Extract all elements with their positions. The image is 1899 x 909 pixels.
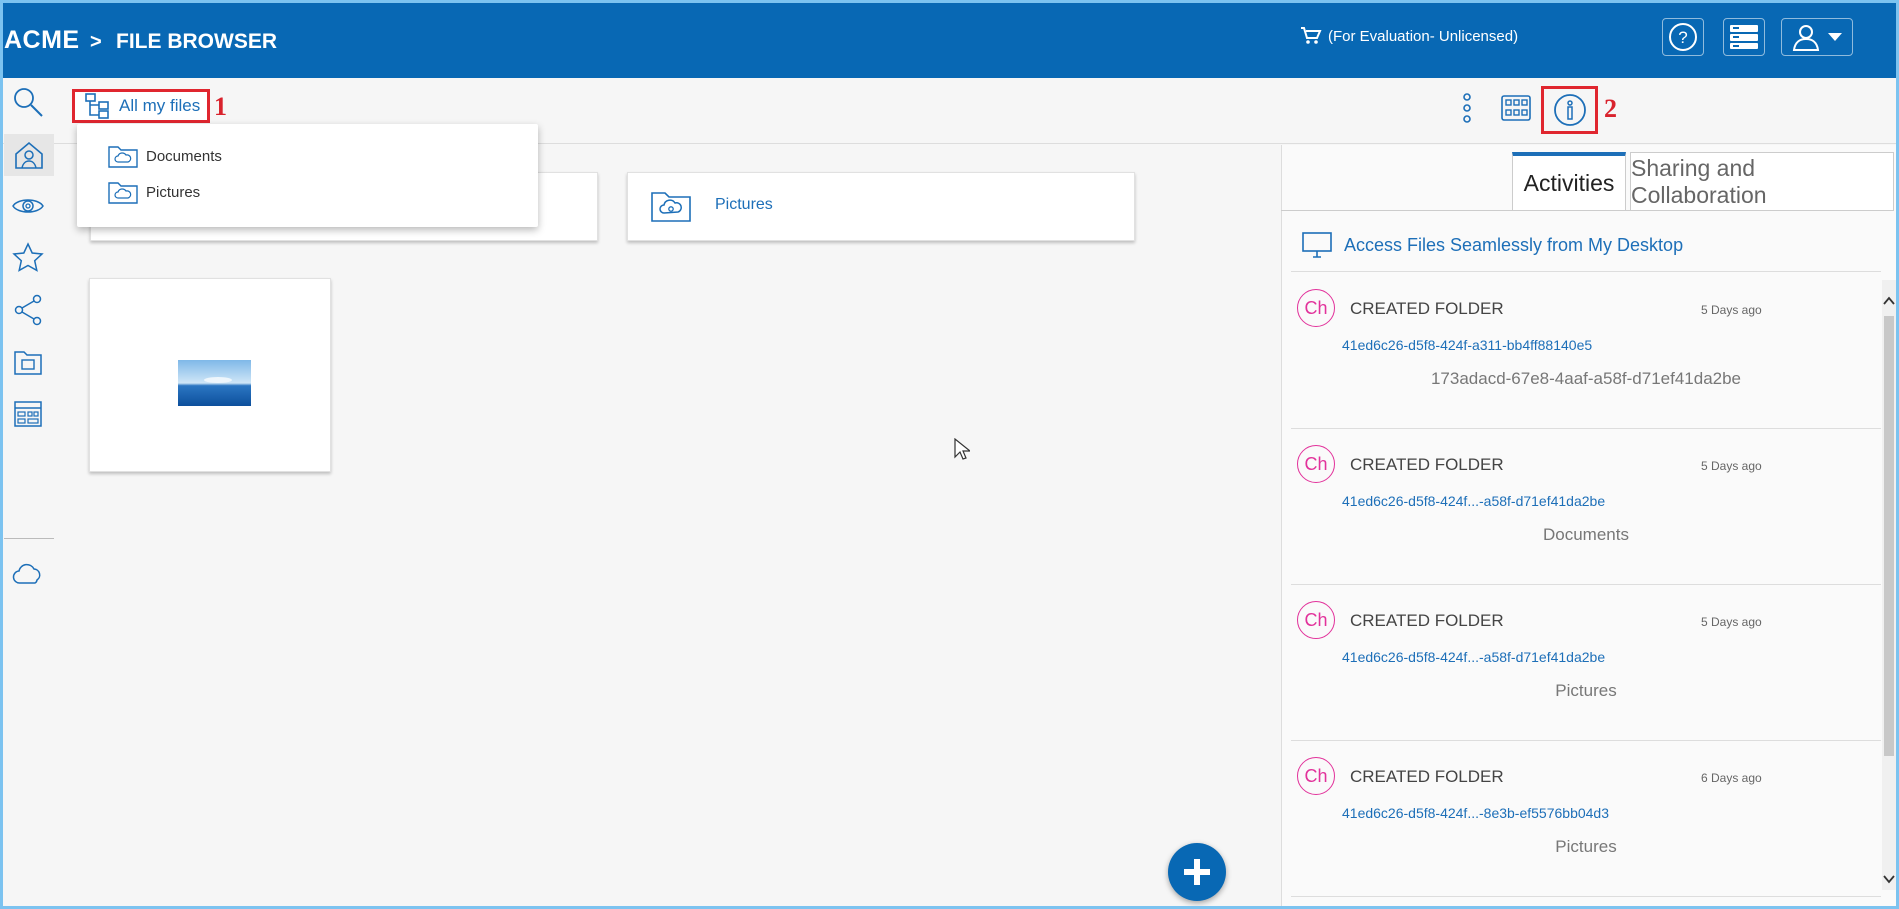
activity-time: 6 Days ago	[1701, 771, 1762, 785]
info-icon	[1553, 94, 1586, 126]
grid-view-icon	[1501, 95, 1531, 121]
grid-view-button[interactable]	[1500, 92, 1532, 124]
mouse-cursor-icon	[954, 438, 970, 460]
tab-underline	[1281, 210, 1894, 211]
license-text: (For Evaluation- Unlicensed)	[1328, 27, 1519, 45]
rail-search[interactable]	[8, 82, 48, 122]
cloud-icon	[12, 563, 41, 584]
activity-folder-name: Pictures	[1555, 837, 1617, 856]
divider	[1291, 271, 1881, 272]
scroll-down-icon[interactable]	[1883, 874, 1895, 884]
help-icon: ?	[1669, 23, 1697, 51]
avatar: Ch	[1297, 757, 1335, 795]
folder-tree-icon	[85, 93, 109, 119]
rail-home[interactable]	[4, 134, 54, 176]
activity-path-link[interactable]: 41ed6c26-d5f8-424f...-a58f-d71ef41da2be	[1342, 493, 1605, 509]
activity-scrollbar[interactable]	[1882, 280, 1896, 890]
info-panel-button[interactable]	[1541, 86, 1598, 134]
activity-title: CREATED FOLDER	[1350, 767, 1504, 786]
page-title: FILE BROWSER	[116, 30, 277, 53]
app-header: ACME > FILE BROWSER (For Evaluation- Unl…	[0, 0, 1899, 78]
drive-folder-icon	[14, 351, 42, 375]
avatar: Ch	[1297, 445, 1335, 483]
vertical-dots-icon	[1463, 93, 1471, 123]
activity-title: CREATED FOLDER	[1350, 299, 1504, 318]
dropdown-item-documents[interactable]: Documents	[108, 142, 222, 170]
breadcrumb-separator: >	[90, 31, 102, 53]
cart-icon	[1301, 27, 1322, 44]
help-button[interactable]: ?	[1662, 18, 1704, 56]
cloud-folder-icon	[108, 146, 138, 168]
annotation-2: 2	[1604, 94, 1617, 123]
monitor-icon	[1302, 232, 1332, 258]
svg-text:?: ?	[1678, 28, 1687, 47]
chevron-down-icon	[1828, 33, 1842, 41]
rail-network-drive[interactable]	[8, 342, 48, 382]
eye-icon	[12, 199, 44, 213]
desktop-access-link[interactable]: Access Files Seamlessly from My Desktop	[1302, 232, 1683, 258]
scroll-up-icon[interactable]	[1883, 296, 1895, 306]
activity-folder-name: Pictures	[1555, 681, 1617, 700]
tab-activities[interactable]: Activities	[1512, 152, 1626, 210]
avatar: Ch	[1297, 289, 1335, 327]
plus-icon	[1184, 859, 1210, 885]
rail-dashboard[interactable]	[8, 394, 48, 434]
image-file-card[interactable]	[89, 278, 331, 472]
ocean-thumbnail-image	[178, 360, 251, 406]
activity-item: Ch CREATED FOLDER 6 Days ago 41ed6c26-d5…	[1291, 741, 1881, 897]
server-menu-button[interactable]	[1723, 18, 1765, 56]
activity-item: Ch CREATED FOLDER 5 Days ago 41ed6c26-d5…	[1291, 273, 1881, 429]
tab-sharing-collaboration[interactable]: Sharing and Collaboration	[1630, 152, 1894, 210]
activity-path-link[interactable]: 41ed6c26-d5f8-424f...-a58f-d71ef41da2be	[1342, 649, 1605, 665]
activity-folder-name: Documents	[1543, 525, 1629, 544]
rail-shared[interactable]	[8, 290, 48, 330]
activity-time: 5 Days ago	[1701, 303, 1762, 317]
tab-label: Sharing and Collaboration	[1631, 154, 1767, 208]
folder-card-pictures[interactable]: Pictures	[627, 172, 1135, 241]
dropdown-item-label: Documents	[146, 147, 222, 165]
avatar: Ch	[1297, 601, 1335, 639]
tab-label: Activities	[1523, 169, 1615, 196]
share-icon	[14, 294, 42, 326]
rail-cloud[interactable]	[8, 554, 48, 594]
rail-divider	[4, 538, 54, 539]
rail-favorites[interactable]	[8, 238, 48, 278]
cloud-folder-icon	[651, 192, 691, 222]
rail-watched[interactable]	[8, 186, 48, 226]
annotation-1: 1	[214, 92, 227, 121]
all-my-files-label: All my files	[119, 96, 201, 115]
dropdown-item-pictures[interactable]: Pictures	[108, 178, 200, 206]
all-my-files-button[interactable]: All my files	[72, 89, 210, 123]
activity-title: CREATED FOLDER	[1350, 611, 1504, 630]
cloud-folder-icon	[108, 182, 138, 204]
activity-path-link[interactable]: 41ed6c26-d5f8-424f-a311-bb4ff88140e5	[1342, 337, 1592, 353]
more-options-button[interactable]	[1460, 92, 1474, 126]
activity-time: 5 Days ago	[1701, 615, 1762, 629]
folder-card-label: Pictures	[715, 196, 773, 213]
activity-path-link[interactable]: 41ed6c26-d5f8-424f...-8e3b-ef5576bb04d3	[1342, 805, 1609, 821]
star-icon	[12, 242, 44, 272]
dashboard-icon	[14, 401, 42, 427]
left-rail	[0, 78, 58, 909]
dropdown-item-label: Pictures	[146, 183, 201, 201]
activity-item: Ch CREATED FOLDER 5 Days ago 41ed6c26-d5…	[1291, 429, 1881, 585]
scroll-thumb[interactable]	[1884, 316, 1894, 756]
activity-title: CREATED FOLDER	[1350, 455, 1504, 474]
search-icon	[14, 88, 43, 117]
folder-dropdown: Documents Pictures	[77, 124, 538, 227]
license-link[interactable]: (For Evaluation- Unlicensed)	[1300, 26, 1518, 46]
activity-time: 5 Days ago	[1701, 459, 1762, 473]
activity-item: Ch CREATED FOLDER 5 Days ago 41ed6c26-d5…	[1291, 585, 1881, 741]
activity-folder-name: 173adacd-67e8-4aaf-a58f-d71ef41da2be	[1430, 369, 1742, 388]
server-icon	[1730, 25, 1758, 49]
user-menu-button[interactable]	[1781, 18, 1853, 56]
add-button[interactable]	[1168, 843, 1226, 901]
user-icon	[1792, 25, 1820, 51]
desktop-link-text: Access Files Seamlessly from My Desktop	[1344, 234, 1684, 255]
home-icon	[15, 141, 43, 169]
brand-logo[interactable]: ACME	[4, 26, 80, 55]
